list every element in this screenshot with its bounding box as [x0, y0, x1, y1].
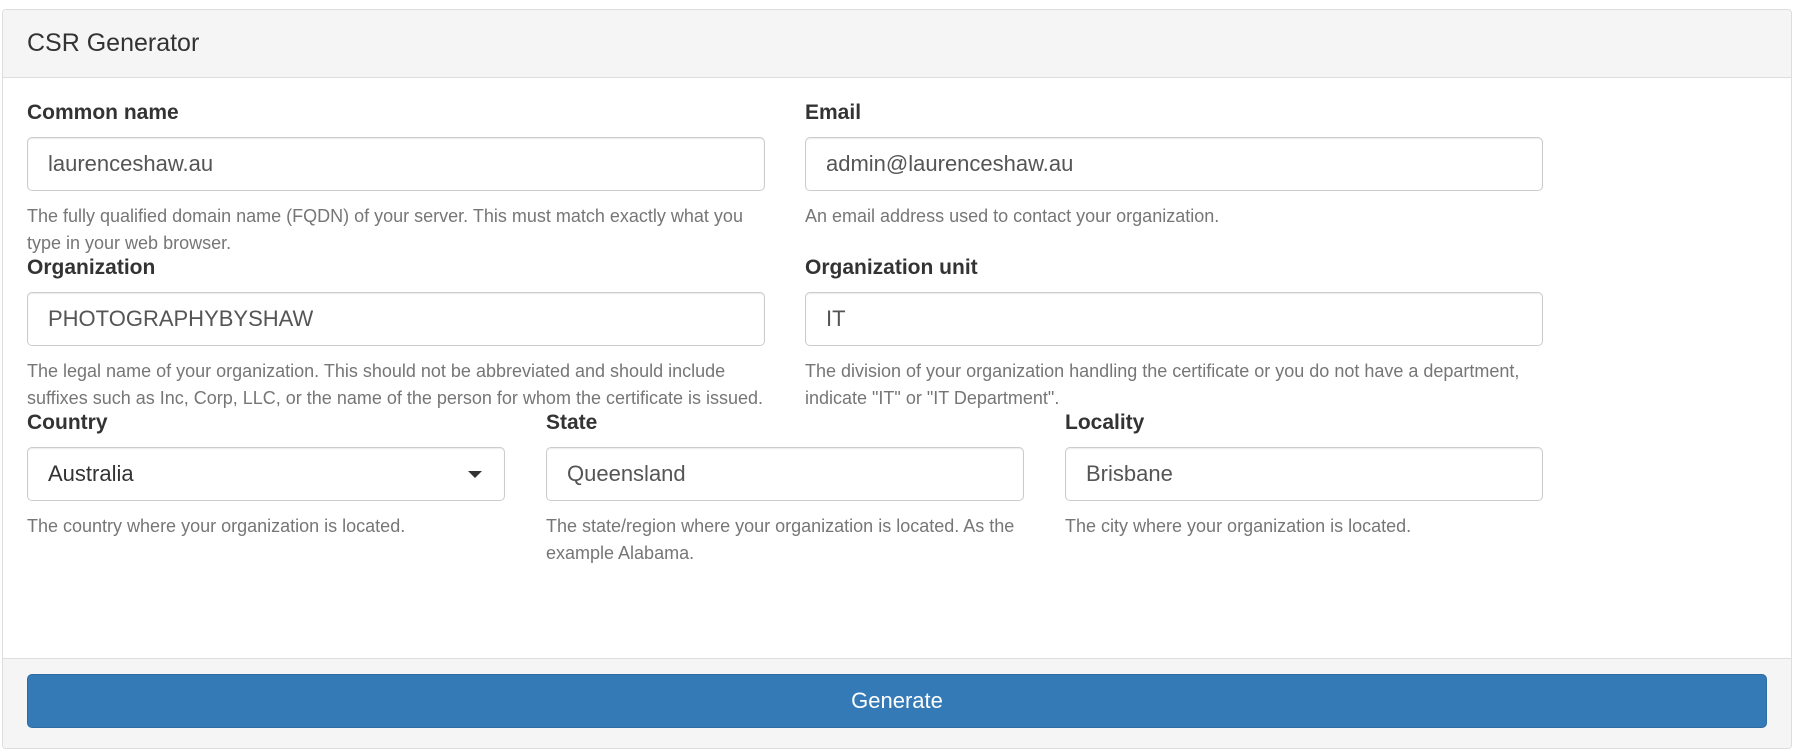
locality-input[interactable]	[1065, 447, 1543, 501]
organization-unit-label: Organization unit	[805, 256, 978, 279]
panel-title: CSR Generator	[27, 29, 200, 57]
panel-footer: Generate	[3, 658, 1791, 748]
organization-unit-help: The division of your organization handli…	[805, 361, 1520, 408]
organization-help: The legal name of your organization. Thi…	[27, 361, 764, 408]
common-name-help: The fully qualified domain name (FQDN) o…	[27, 206, 743, 253]
common-name-input[interactable]	[27, 137, 765, 191]
country-selected-value: Australia	[48, 461, 134, 486]
state-group: State The state/region where your organi…	[546, 411, 1024, 563]
state-label: State	[546, 411, 598, 434]
common-name-group: Common name The fully qualified domain n…	[27, 101, 765, 253]
country-help: The country where your organization is l…	[27, 516, 406, 536]
locality-group: Locality The city where your organizatio…	[1065, 411, 1543, 551]
panel-body: Common name The fully qualified domain n…	[3, 78, 1791, 658]
email-label: Email	[805, 101, 862, 124]
organization-group: Organization The legal name of your orga…	[27, 256, 765, 408]
csr-generator-panel: CSR Generator Common name The fully qual…	[2, 9, 1792, 749]
locality-help: The city where your organization is loca…	[1065, 516, 1412, 536]
organization-label: Organization	[27, 256, 156, 279]
generate-button[interactable]: Generate	[27, 674, 1767, 728]
state-input[interactable]	[546, 447, 1024, 501]
email-help: An email address used to contact your or…	[805, 206, 1220, 226]
organization-unit-group: Organization unit The division of your o…	[805, 256, 1543, 408]
country-group: Country Australia The country where your…	[27, 411, 505, 551]
common-name-label: Common name	[27, 101, 179, 124]
caret-down-icon	[468, 470, 482, 478]
organization-unit-input[interactable]	[805, 292, 1543, 346]
country-select[interactable]: Australia	[27, 447, 505, 501]
state-help: The state/region where your organization…	[546, 516, 1015, 563]
email-group: Email An email address used to contact y…	[805, 101, 1543, 241]
email-input[interactable]	[805, 137, 1543, 191]
locality-label: Locality	[1065, 411, 1145, 434]
country-label: Country	[27, 411, 108, 434]
panel-heading: CSR Generator	[3, 10, 1791, 78]
organization-input[interactable]	[27, 292, 765, 346]
